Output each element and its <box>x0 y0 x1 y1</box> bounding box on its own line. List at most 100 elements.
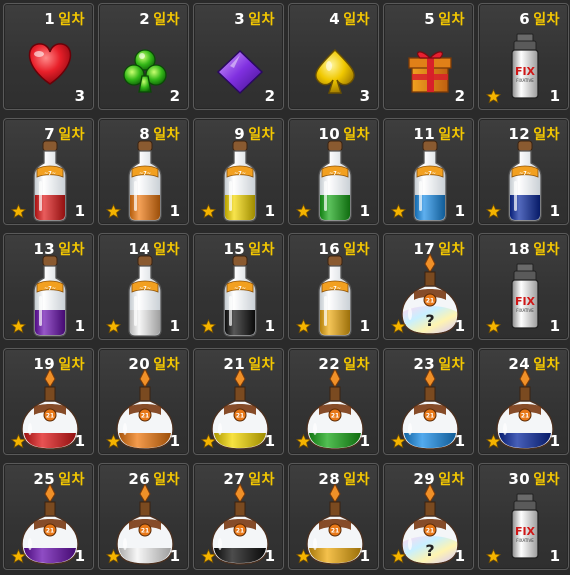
reward-cell-day-28[interactable]: 21 28 일차 1 <box>288 463 379 570</box>
diamond-icon <box>216 49 264 95</box>
reward-cell-day-10[interactable]: ~7~ 10 일차 1 <box>288 118 379 225</box>
reward-cell-day-29[interactable]: 21 ? 29 일차 1 <box>383 463 474 570</box>
day-label: 28 일차 <box>318 469 370 489</box>
day-number: 23 <box>413 355 436 373</box>
reward-cell-day-5[interactable]: 5 일차 2 <box>383 3 474 110</box>
day-number: 26 <box>128 470 151 488</box>
reward-cell-day-8[interactable]: ~7~ 8 일차 1 <box>98 118 189 225</box>
day-label: 11 일차 <box>413 124 465 144</box>
reward-cell-day-26[interactable]: 21 26 일차 1 <box>98 463 189 570</box>
reward-cell-day-20[interactable]: 21 20 일차 1 <box>98 348 189 455</box>
reward-cell-day-21[interactable]: 21 21 일차 1 <box>193 348 284 455</box>
day-label: 18 일차 <box>508 239 560 259</box>
day-label: 10 일차 <box>318 124 370 144</box>
day-number: 6 <box>519 10 531 28</box>
reward-quantity: 1 <box>359 317 370 335</box>
day-label: 13 일차 <box>33 239 85 259</box>
day-suffix: 일차 <box>58 472 85 488</box>
day-label: 26 일차 <box>128 469 180 489</box>
day-suffix: 일차 <box>58 242 85 258</box>
reward-cell-day-14[interactable]: ~7~ 14 일차 1 <box>98 233 189 340</box>
reward-cell-day-18[interactable]: FIX FIXATIVE 18 일차 1 <box>478 233 569 340</box>
flask-label: 21 <box>331 528 339 535</box>
dye-flask-icon: 21 <box>211 482 269 565</box>
day-suffix: 일차 <box>533 472 560 488</box>
reward-cell-day-13[interactable]: ~7~ 13 일차 1 <box>3 233 94 340</box>
reward-quantity: 1 <box>169 317 180 335</box>
star-icon <box>296 204 311 219</box>
day-suffix: 일차 <box>343 472 370 488</box>
day-number: 27 <box>223 470 246 488</box>
reward-cell-day-19[interactable]: 21 19 일차 1 <box>3 348 94 455</box>
reward-cell-day-17[interactable]: 21 ? 17 일차 1 <box>383 233 474 340</box>
star-icon <box>391 434 406 449</box>
star-icon <box>11 549 26 564</box>
reward-quantity: 1 <box>549 432 560 450</box>
dye-bottle-icon: ~7~ <box>33 255 67 337</box>
day-suffix: 일차 <box>58 127 85 143</box>
reward-quantity: 1 <box>74 317 85 335</box>
day-suffix: 일차 <box>248 357 275 373</box>
reward-cell-day-15[interactable]: ~7~ 15 일차 1 <box>193 233 284 340</box>
star-icon <box>486 89 501 104</box>
day-suffix: 일차 <box>438 242 465 258</box>
day-label: 12 일차 <box>508 124 560 144</box>
reward-cell-day-11[interactable]: ~7~ 11 일차 1 <box>383 118 474 225</box>
flask-label: 21 <box>426 528 434 535</box>
dye-bottle-icon: ~7~ <box>128 255 162 337</box>
star-icon <box>391 549 406 564</box>
reward-quantity: 2 <box>264 87 275 105</box>
reward-quantity: 1 <box>549 317 560 335</box>
day-suffix: 일차 <box>343 12 370 28</box>
day-label: 19 일차 <box>33 354 85 374</box>
reward-cell-day-4[interactable]: 4 일차 3 <box>288 3 379 110</box>
day-number: 29 <box>413 470 436 488</box>
dye-flask-icon: 21 <box>116 482 174 565</box>
bottle-label: ~7~ <box>329 286 341 292</box>
reward-cell-day-22[interactable]: 21 22 일차 1 <box>288 348 379 455</box>
bottle-label: ~7~ <box>519 171 531 177</box>
reward-cell-day-27[interactable]: 21 27 일차 1 <box>193 463 284 570</box>
reward-cell-day-1[interactable]: 1 일차 3 <box>3 3 94 110</box>
reward-cell-day-3[interactable]: 3 일차 2 <box>193 3 284 110</box>
star-icon <box>391 204 406 219</box>
bottle-label: ~7~ <box>424 171 436 177</box>
day-suffix: 일차 <box>248 127 275 143</box>
can-label: FIX <box>515 525 536 538</box>
reward-cell-day-12[interactable]: ~7~ 12 일차 1 <box>478 118 569 225</box>
reward-quantity: 1 <box>359 432 370 450</box>
reward-cell-day-30[interactable]: FIX FIXATIVE 30 일차 1 <box>478 463 569 570</box>
dye-flask-icon: 21 <box>496 367 554 450</box>
day-suffix: 일차 <box>343 127 370 143</box>
dye-bottle-icon: ~7~ <box>318 255 352 337</box>
day-label: 16 일차 <box>318 239 370 259</box>
day-number: 28 <box>318 470 341 488</box>
dye-flask-icon: 21 <box>21 482 79 565</box>
star-icon <box>106 204 121 219</box>
day-suffix: 일차 <box>248 242 275 258</box>
reward-cell-day-23[interactable]: 21 23 일차 1 <box>383 348 474 455</box>
bottle-label: ~7~ <box>139 171 151 177</box>
day-number: 5 <box>424 10 436 28</box>
reward-cell-day-7[interactable]: ~7~ 7 일차 1 <box>3 118 94 225</box>
flask-label: 21 <box>426 298 434 305</box>
star-icon <box>106 549 121 564</box>
mystery-dye-flask-icon: 21 ? <box>401 482 459 565</box>
reward-cell-day-9[interactable]: ~7~ 9 일차 1 <box>193 118 284 225</box>
bottle-label: ~7~ <box>329 171 341 177</box>
flask-label: 21 <box>236 528 244 535</box>
reward-cell-day-24[interactable]: 21 24 일차 1 <box>478 348 569 455</box>
reward-quantity: 1 <box>264 202 275 220</box>
flask-label: 21 <box>236 413 244 420</box>
flask-label: 21 <box>141 413 149 420</box>
reward-cell-day-16[interactable]: ~7~ 16 일차 1 <box>288 233 379 340</box>
reward-cell-day-6[interactable]: FIX FIXATIVE 6 일차 1 <box>478 3 569 110</box>
reward-cell-day-2[interactable]: 2 일차 2 <box>98 3 189 110</box>
dye-flask-icon: 21 <box>21 367 79 450</box>
reward-quantity: 1 <box>359 547 370 565</box>
reward-quantity: 3 <box>359 87 370 105</box>
star-icon <box>486 204 501 219</box>
reward-cell-day-25[interactable]: 21 25 일차 1 <box>3 463 94 570</box>
day-suffix: 일차 <box>153 357 180 373</box>
can-label: FIX <box>515 65 536 78</box>
